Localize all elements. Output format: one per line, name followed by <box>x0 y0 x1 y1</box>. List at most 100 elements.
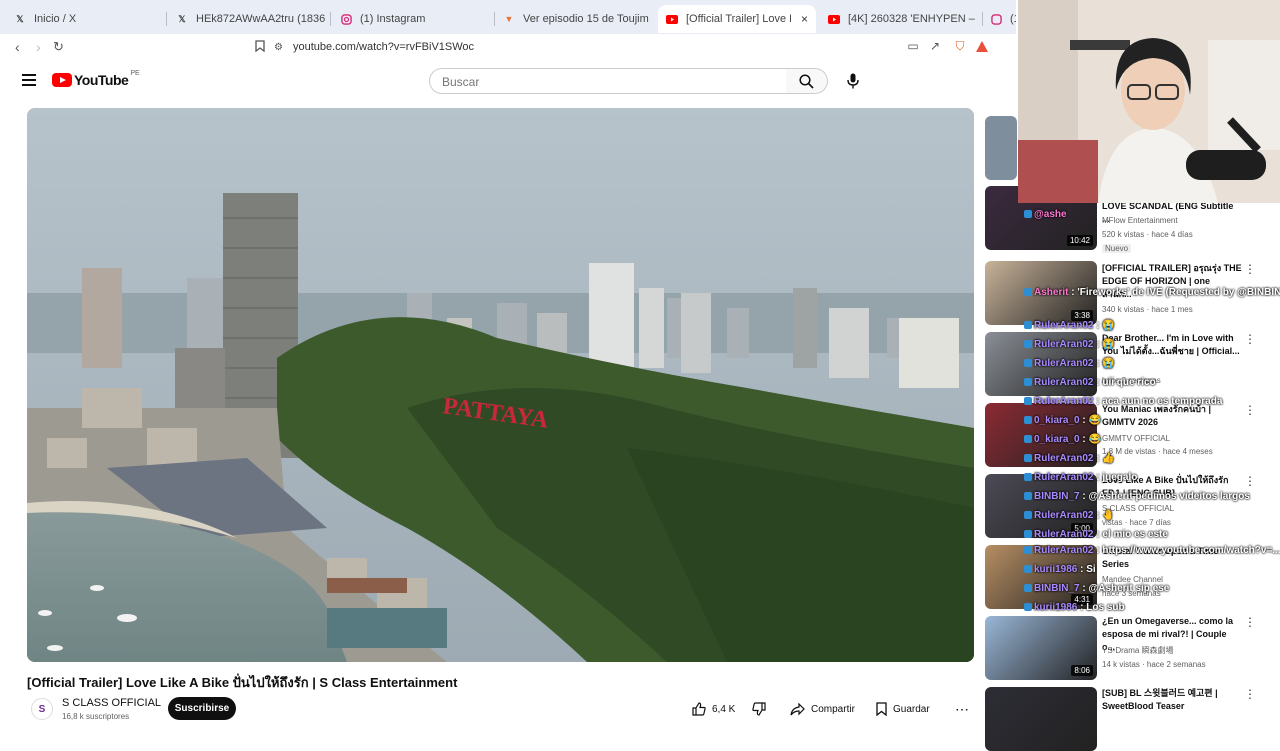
recommendation-meta: 520 k vistas · hace 4 días <box>1102 230 1193 239</box>
chat-text: : 😂 <box>1079 434 1101 445</box>
thumbnail-image <box>985 116 1017 180</box>
chat-message: kurii1986 : Si <box>1024 564 1096 575</box>
youtube-play-icon <box>52 73 72 87</box>
tab-title: Inicio / X <box>34 13 77 25</box>
recommendation-title[interactable]: Dear Brother... I'm in Love with You ไม่… <box>1102 332 1242 358</box>
chat-username: BINBIN_7 <box>1034 583 1080 594</box>
voice-search-button[interactable] <box>840 68 866 94</box>
thumbs-down-icon <box>752 702 766 716</box>
search-box[interactable] <box>429 68 787 94</box>
tab-title: [Official Trailer] Love Like A Bike <box>686 13 791 25</box>
chat-badge-icon <box>1024 321 1032 330</box>
tab-title: (1) Instagram <box>360 13 426 25</box>
chat-message: kurii1986 : Los sub <box>1024 602 1125 613</box>
browser-tab[interactable]: 𝕏 Inicio / X <box>14 5 164 33</box>
more-actions-icon[interactable]: ⋯ <box>955 701 969 718</box>
recommendation-channel[interactable]: MFlow Entertainment <box>1102 216 1178 225</box>
youtube-logo[interactable]: YouTube PE <box>52 69 140 88</box>
chat-text: : 😭 <box>1093 358 1115 369</box>
dislike-button[interactable] <box>752 699 772 719</box>
forward-arrow-icon[interactable]: › <box>36 39 41 55</box>
more-options-icon[interactable]: ⋮ <box>1244 262 1256 276</box>
rewards-icon[interactable] <box>975 39 989 53</box>
chat-text: : 😭 <box>1093 320 1115 331</box>
x-logo-icon: 𝕏 <box>16 13 24 24</box>
save-button[interactable]: Guardar <box>876 699 930 719</box>
youtube-icon <box>666 13 678 25</box>
site-settings-icon[interactable]: ⚙ <box>274 42 283 53</box>
search-button[interactable] <box>786 68 828 94</box>
chat-text: : 🤚 <box>1093 510 1115 521</box>
back-arrow-icon[interactable]: ‹ <box>15 39 20 55</box>
chat-text: : 😂 <box>1079 415 1101 426</box>
chat-badge-icon <box>1024 435 1032 444</box>
more-options-icon[interactable]: ⋮ <box>1244 332 1256 346</box>
close-tab-icon[interactable]: × <box>801 12 808 26</box>
browser-tab[interactable]: (1 <box>990 5 1016 33</box>
thumbs-up-icon <box>692 702 706 716</box>
chat-username: RulerAran02 <box>1034 545 1094 556</box>
chat-message: @ashe <box>1024 209 1067 220</box>
youtube-icon <box>828 13 840 25</box>
channel-name[interactable]: S CLASS OFFICIAL <box>62 697 161 709</box>
chat-text: : https://www.youtube.com/watch?v=... <box>1093 545 1280 556</box>
url-text: youtube.com/watch?v=rvFBiV1SWoc <box>292 41 475 53</box>
share-icon[interactable]: ↗ <box>928 39 942 53</box>
recommendation-title[interactable]: [SUB] BL 스윗블러드 예고편 | SweetBlood Teaser <box>1102 687 1242 713</box>
instagram-icon <box>340 13 352 25</box>
cast-icon[interactable]: ▭ <box>906 39 920 53</box>
chat-message: Asherit : 'Fireworks' de IVE (Requested … <box>1024 287 1280 298</box>
chat-username: kurii1986 <box>1034 602 1078 613</box>
recommendation-thumbnail[interactable] <box>985 116 1017 180</box>
chat-message: RulerAran02 : el mio es este <box>1024 529 1168 540</box>
browser-toolbar: ‹ › ↻ ⚙ youtube.com/watch?v=rvFBiV1SWoc … <box>0 34 1016 60</box>
video-player[interactable]: PATTAYA <box>27 108 974 662</box>
x-logo-icon: 𝕏 <box>178 13 186 24</box>
chat-text: : @Asherit sip ese <box>1079 583 1170 594</box>
recommendation-channel[interactable]: YS-Drama 瞬森劇場 <box>1102 645 1174 656</box>
subscribe-button[interactable]: Suscribirse <box>168 697 236 720</box>
country-code: PE <box>130 69 140 77</box>
chat-username: RulerAran02 <box>1034 453 1094 464</box>
reload-icon[interactable]: ↻ <box>53 39 64 55</box>
more-options-icon[interactable]: ⋮ <box>1244 474 1256 488</box>
chat-message: BINBIN_7 : @Asherit sip ese <box>1024 583 1169 594</box>
search-icon <box>799 73 814 89</box>
microphone-icon <box>847 73 859 89</box>
like-button[interactable]: 6,4 K <box>692 699 735 719</box>
menu-icon[interactable] <box>22 74 36 86</box>
recommendation-meta: 1,8 M de vistas · hace 4 meses <box>1102 447 1213 456</box>
chat-message: BINBIN_7 : @Asherit pedimos videitos lar… <box>1024 491 1250 502</box>
browser-tab[interactable]: [4K] 260328 'ENHYPEN – No Doubt <box>828 5 978 33</box>
browser-tab[interactable]: 𝕏 HEk872AWwAA2tru (1836×2048) <box>176 5 326 33</box>
more-options-icon[interactable]: ⋮ <box>1244 687 1256 701</box>
channel-avatar[interactable]: S <box>31 698 53 720</box>
recommendation-thumbnail[interactable] <box>985 687 1097 751</box>
chat-badge-icon <box>1024 565 1032 574</box>
logo-text: YouTube <box>74 72 129 88</box>
more-options-icon[interactable]: ⋮ <box>1244 403 1256 417</box>
browser-tab-active[interactable]: [Official Trailer] Love Like A Bike × <box>658 5 816 33</box>
chat-badge-icon <box>1024 210 1032 219</box>
chat-username: RulerAran02 <box>1034 529 1094 540</box>
chat-text: : Si <box>1077 564 1096 575</box>
streamer-webcam-image <box>1018 0 1280 203</box>
more-options-icon[interactable]: ⋮ <box>1244 615 1256 629</box>
chat-message: RulerAran02 : aca aun no es temporada <box>1024 396 1222 407</box>
search-input[interactable] <box>440 74 774 90</box>
share-button[interactable]: Compartir <box>790 699 855 719</box>
chat-badge-icon <box>1024 340 1032 349</box>
recommendation-channel[interactable]: GMMTV OFFICIAL <box>1102 434 1170 443</box>
address-bar[interactable]: ⚙ youtube.com/watch?v=rvFBiV1SWoc <box>274 37 1004 57</box>
recommendation-thumbnail[interactable]: 8:06 <box>985 616 1097 680</box>
browser-tab[interactable]: ▼ Ver episodio 15 de Toujima Tanzabu <box>503 5 649 33</box>
chat-badge-icon <box>1024 584 1032 593</box>
chat-text: : 'Fireworks' de IVE (Requested by @BINB… <box>1068 287 1280 298</box>
bookmark-icon[interactable] <box>253 39 267 53</box>
chat-username: BINBIN_7 <box>1034 491 1080 502</box>
webcam-overlay <box>1018 0 1280 203</box>
chat-username: RulerAran02 <box>1034 396 1094 407</box>
browser-tab[interactable]: (1) Instagram <box>340 5 490 33</box>
brave-shield-icon[interactable]: ⛉ <box>953 39 967 53</box>
chat-text: : 😭 <box>1093 339 1115 350</box>
